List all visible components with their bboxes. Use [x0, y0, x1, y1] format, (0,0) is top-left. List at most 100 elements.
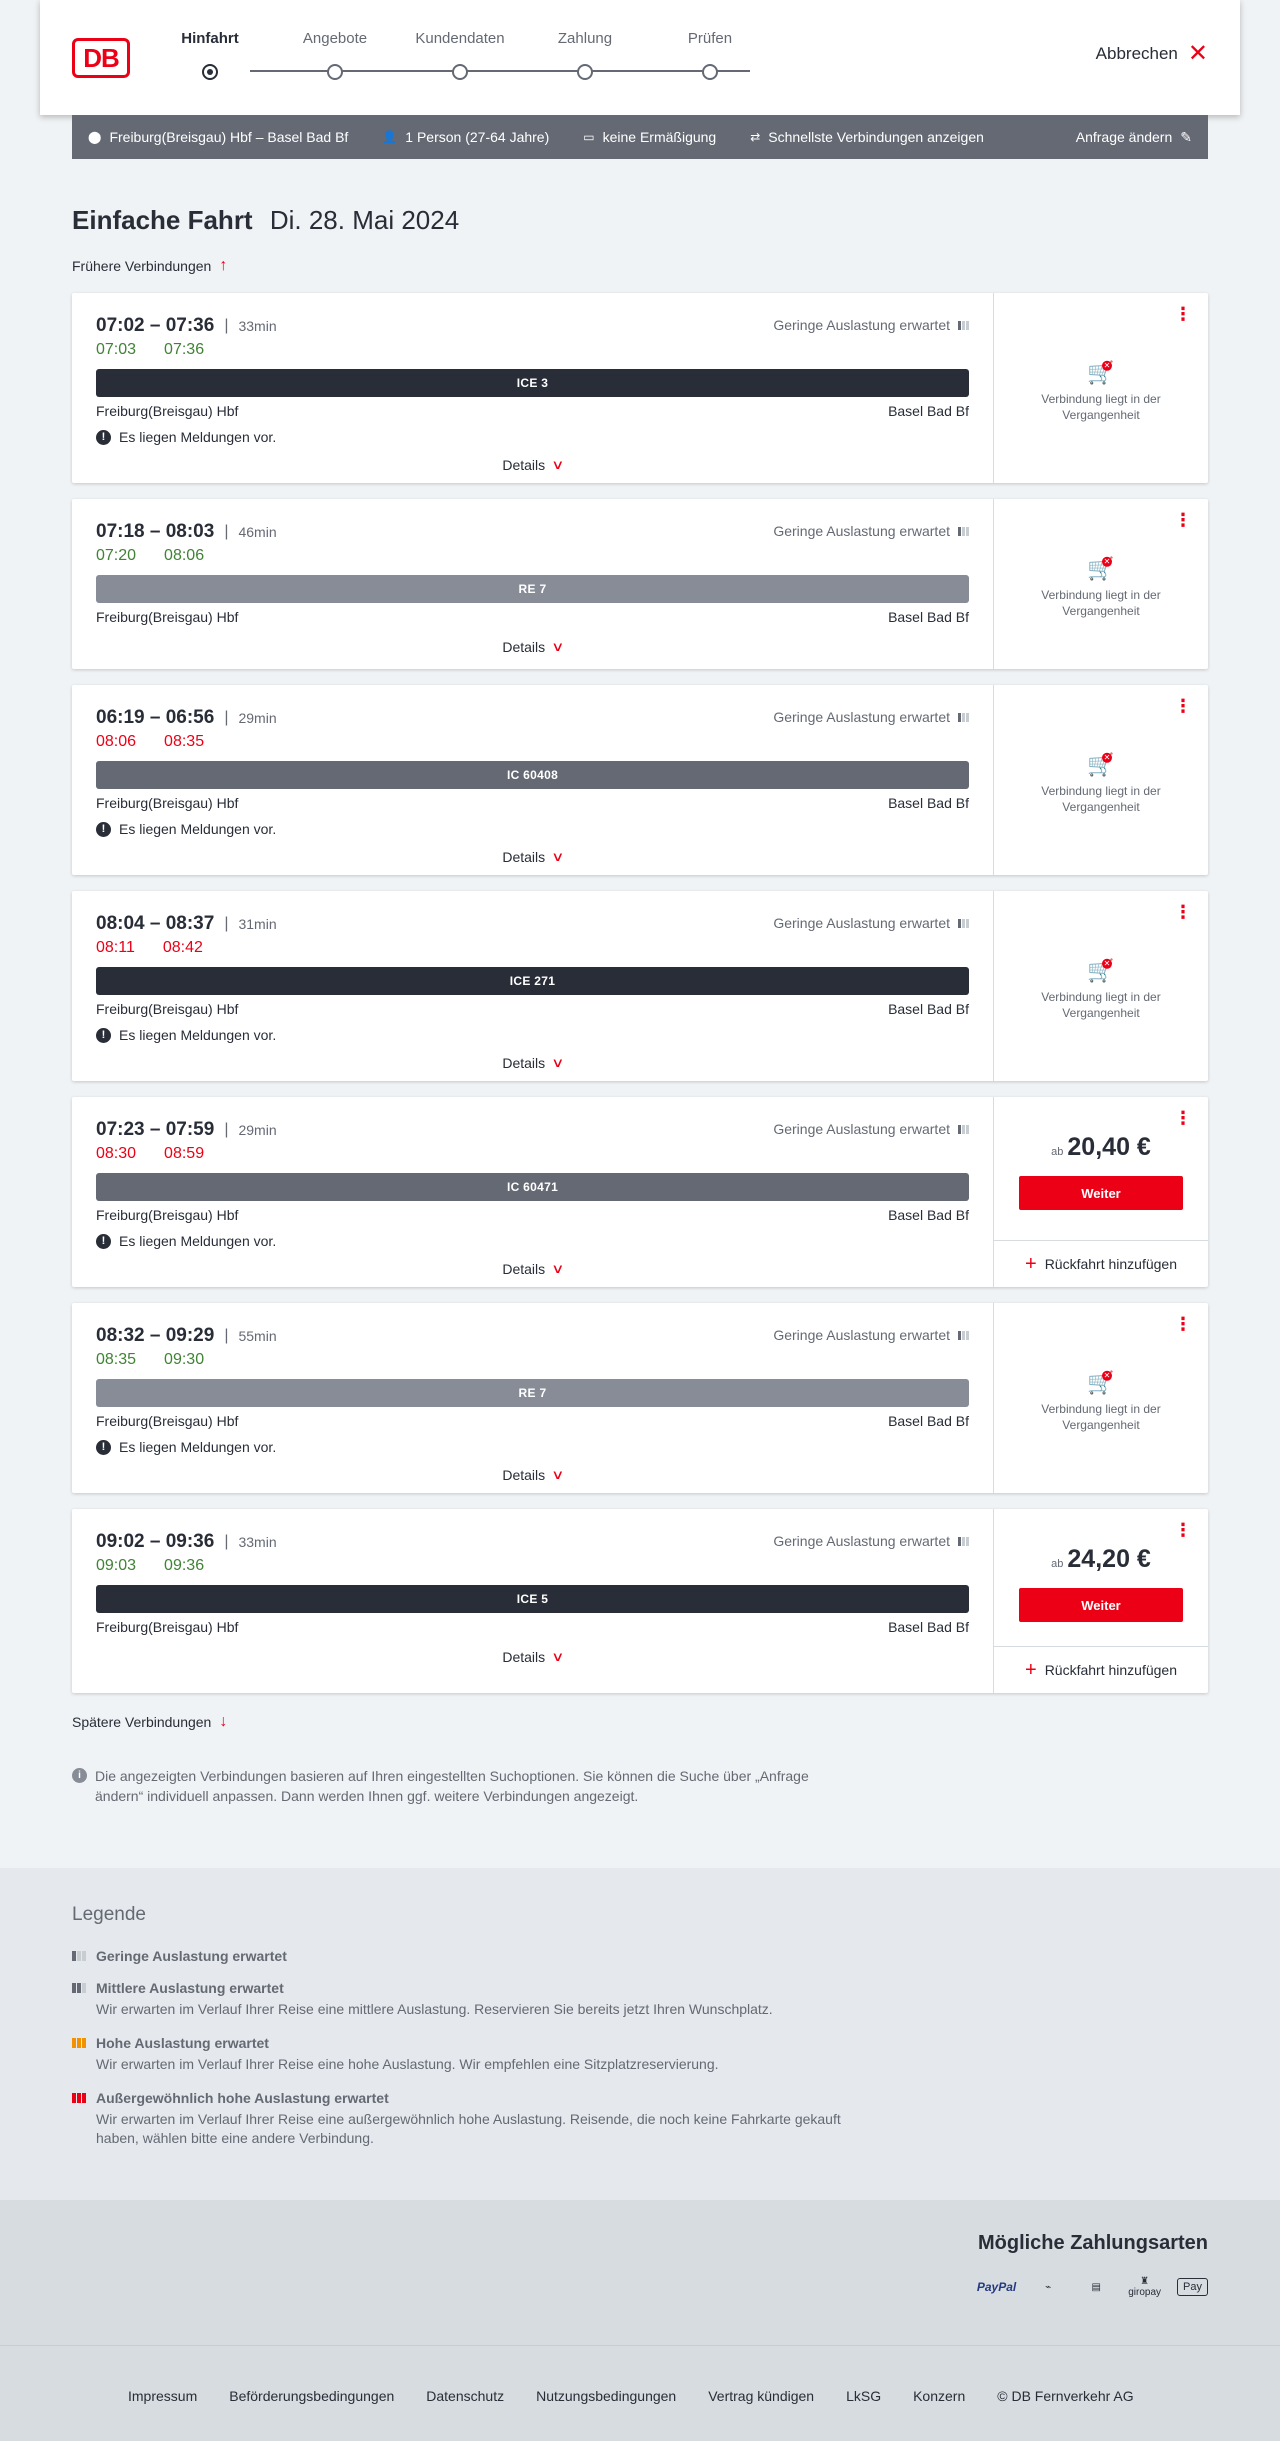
train-bar[interactable]: IC 60408: [96, 761, 969, 789]
past-text: Verbindung liegt in der Vergangenheit: [1041, 587, 1161, 618]
scheduled-times: 07:02 – 07:36: [96, 315, 215, 336]
arrival-station: Basel Bad Bf: [888, 1207, 969, 1223]
details-toggle[interactable]: Details ∨: [96, 1647, 969, 1667]
duration: 29min: [238, 710, 277, 726]
legend-section: Legende Geringe Auslastung erwartet Mittl…: [0, 1868, 1280, 2200]
passenger-summary: 👤 1 Person (27-64 Jahre): [382, 129, 549, 145]
scheduled-times: 08:04 – 08:37: [96, 913, 215, 934]
db-logo[interactable]: DB: [72, 38, 130, 78]
disruption-notice: ! Es liegen Meldungen vor.: [96, 1437, 969, 1457]
chevron-down-icon: ∨: [551, 1055, 565, 1070]
connection-main: 08:04 – 08:37 | 31min Geringe Auslastung…: [72, 891, 994, 1081]
past-text: Verbindung liegt in der Vergangenheit: [1041, 783, 1161, 814]
connection-card[interactable]: 07:23 – 07:59 | 29min Geringe Auslastung…: [72, 1097, 1208, 1287]
earlier-connections-link[interactable]: Frühere Verbindungen ↑: [72, 257, 227, 275]
step-kundendaten: Kundendaten: [400, 30, 520, 80]
details-label: Details: [502, 1261, 546, 1277]
chevron-down-icon: ∨: [551, 849, 565, 864]
more-options-icon[interactable]: ⋮: [1174, 697, 1192, 715]
footer-link-nutzungsbedingungen[interactable]: Nutzungsbedingungen: [536, 2388, 676, 2404]
scheduled-times: 07:18 – 08:03: [96, 521, 215, 542]
occupancy-text: Geringe Auslastung erwartet: [773, 523, 950, 539]
realtime-arrival: 09:36: [164, 1557, 205, 1574]
realtime-row: 08:30 08:59: [96, 1145, 969, 1167]
add-return-trip-button[interactable]: + Rückfahrt hinzufügen: [994, 1646, 1208, 1693]
footer-link-impressum[interactable]: Impressum: [128, 2388, 197, 2404]
duration: 33min: [238, 318, 277, 334]
train-bar[interactable]: IC 60471: [96, 1173, 969, 1201]
plus-icon: +: [1025, 1659, 1037, 1681]
occupancy-low-icon: [958, 918, 969, 928]
duration: 29min: [238, 1122, 277, 1138]
step-dot: [452, 64, 468, 80]
occupancy-low-icon: [958, 320, 969, 330]
passenger-text: 1 Person (27-64 Jahre): [405, 129, 550, 145]
step-dot: [327, 64, 343, 80]
step-angebote: Angebote: [275, 30, 395, 80]
legend-heading: Mittlere Auslastung erwartet: [72, 1980, 872, 1996]
connection-card[interactable]: 07:18 – 08:03 | 46min Geringe Auslastung…: [72, 499, 1208, 669]
more-options-icon[interactable]: ⋮: [1174, 511, 1192, 529]
connection-card[interactable]: 08:04 – 08:37 | 31min Geringe Auslastung…: [72, 891, 1208, 1081]
connection-card[interactable]: 06:19 – 06:56 | 29min Geringe Auslastung…: [72, 685, 1208, 875]
later-label: Spätere Verbindungen: [72, 1714, 212, 1730]
edit-request-button[interactable]: Anfrage ändern ✎: [1076, 129, 1192, 146]
train-bar[interactable]: ICE 3: [96, 369, 969, 397]
footer-link-vertrag-kuendigen[interactable]: Vertrag kündigen: [708, 2388, 814, 2404]
departure-station: Freiburg(Breisgau) Hbf: [96, 1207, 239, 1223]
cancel-button[interactable]: Abbrechen ✕: [1096, 42, 1208, 66]
continue-button[interactable]: Weiter: [1019, 1588, 1183, 1622]
price: 24,20 €: [1067, 1545, 1151, 1573]
connection-card[interactable]: 07:02 – 07:36 | 33min Geringe Auslastung…: [72, 293, 1208, 483]
realtime-arrival: 08:42: [162, 939, 203, 956]
connection-main: 07:23 – 07:59 | 29min Geringe Auslastung…: [72, 1097, 994, 1287]
train-bar[interactable]: ICE 5: [96, 1585, 969, 1613]
occupancy-text: Geringe Auslastung erwartet: [773, 1121, 950, 1137]
more-options-icon[interactable]: ⋮: [1174, 1521, 1192, 1539]
disruption-notice: ! Es liegen Meldungen vor.: [96, 819, 969, 839]
past-connection-info: 🛒 ✕ Verbindung liegt in der Vergangenheit: [994, 958, 1208, 1021]
step-zahlung: Zahlung: [525, 30, 645, 80]
details-toggle[interactable]: Details ∨: [96, 455, 969, 475]
cart-x-badge: ✕: [1102, 556, 1112, 567]
train-bar[interactable]: RE 7: [96, 1379, 969, 1407]
details-toggle[interactable]: Details ∨: [96, 1259, 969, 1279]
connection-offer: ⋮ 🛒 ✕ Verbindung liegt in der Vergangenhe…: [994, 293, 1208, 483]
details-toggle[interactable]: Details ∨: [96, 847, 969, 867]
more-options-icon[interactable]: ⋮: [1174, 903, 1192, 921]
occupancy-text: Geringe Auslastung erwartet: [773, 1327, 950, 1343]
arrival-station: Basel Bad Bf: [888, 1413, 969, 1429]
more-options-icon[interactable]: ⋮: [1174, 305, 1192, 323]
footer-link-konzern[interactable]: Konzern: [913, 2388, 965, 2404]
option-text: Schnellste Verbindungen anzeigen: [768, 129, 984, 145]
occupancy-indicator: Geringe Auslastung erwartet: [773, 1327, 969, 1343]
later-connections-link[interactable]: Spätere Verbindungen ↓: [72, 1713, 227, 1731]
add-return-trip-button[interactable]: + Rückfahrt hinzufügen: [994, 1240, 1208, 1287]
details-toggle[interactable]: Details ∨: [96, 637, 969, 657]
realtime-row: 07:03 07:36: [96, 341, 969, 363]
realtime-departure: 08:11: [96, 939, 135, 956]
footer-link-befoerderungsbedingungen[interactable]: Beförderungsbedingungen: [229, 2388, 394, 2404]
route-text: Freiburg(Breisgau) Hbf – Basel Bad Bf: [109, 129, 349, 145]
footer-link-lksg[interactable]: LkSG: [846, 2388, 881, 2404]
realtime-arrival: 08:06: [164, 547, 205, 564]
realtime-departure: 09:03: [96, 1557, 137, 1574]
details-toggle[interactable]: Details ∨: [96, 1465, 969, 1485]
details-toggle[interactable]: Details ∨: [96, 1053, 969, 1073]
occupancy-text: Geringe Auslastung erwartet: [773, 915, 950, 931]
price-prefix: ab: [1051, 1558, 1064, 1570]
connection-offer: ⋮ 🛒 ✕ Verbindung liegt in der Vergangenhe…: [994, 499, 1208, 669]
more-options-icon[interactable]: ⋮: [1174, 1315, 1192, 1333]
connection-card[interactable]: 08:32 – 09:29 | 55min Geringe Auslastung…: [72, 1303, 1208, 1493]
train-bar[interactable]: ICE 271: [96, 967, 969, 995]
more-options-icon[interactable]: ⋮: [1174, 1109, 1192, 1127]
footer-link-datenschutz[interactable]: Datenschutz: [426, 2388, 504, 2404]
connection-card[interactable]: 09:02 – 09:36 | 33min Geringe Auslastung…: [72, 1509, 1208, 1693]
continue-button[interactable]: Weiter: [1019, 1176, 1183, 1210]
scheduled-times: 08:32 – 09:29: [96, 1325, 215, 1346]
duration: 31min: [238, 916, 277, 932]
train-bar[interactable]: RE 7: [96, 575, 969, 603]
realtime-departure: 07:03: [96, 341, 137, 358]
disruption-notice: ! Es liegen Meldungen vor.: [96, 1231, 969, 1251]
departure-station: Freiburg(Breisgau) Hbf: [96, 609, 239, 625]
